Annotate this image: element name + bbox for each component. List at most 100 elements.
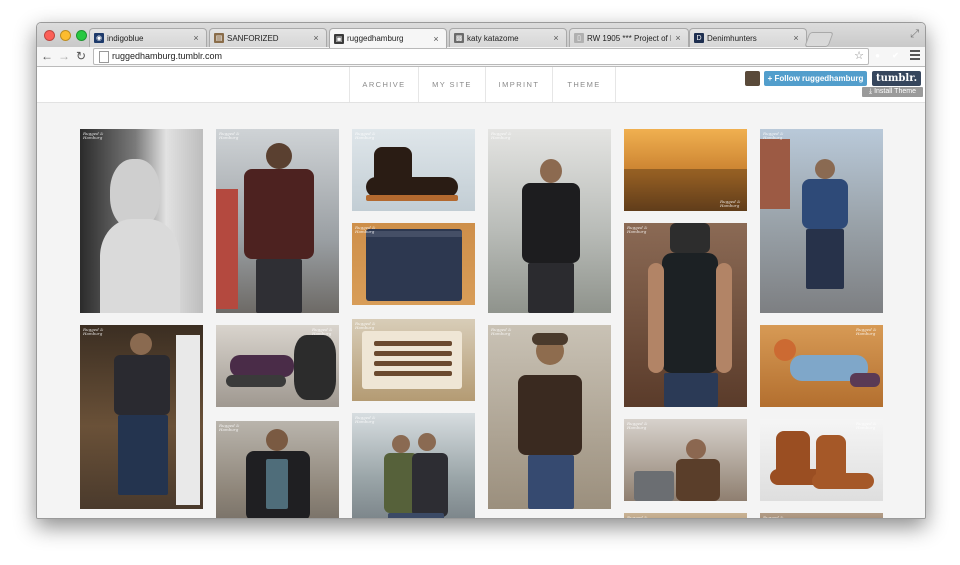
tab-title: SANFORIZED bbox=[227, 33, 279, 43]
site-navigation: ARCHIVE MY SITE IMPRINT THEME + Follow r… bbox=[37, 67, 925, 103]
photo-subject-shape bbox=[130, 333, 152, 355]
photo-subject-shape bbox=[716, 263, 732, 373]
photo-denim-jacket-man[interactable]: Rugged & Hamburg bbox=[80, 325, 203, 509]
tab-indigoblue[interactable]: ◉ indigoblue × bbox=[89, 28, 207, 47]
tab-sanforized[interactable]: ▤ SANFORIZED × bbox=[209, 28, 327, 47]
page-icon bbox=[99, 51, 109, 63]
photo-man-sewing[interactable]: Rugged & Hamburg bbox=[624, 419, 747, 501]
photo-raw-denim-jeans[interactable]: Rugged & Hamburg bbox=[352, 223, 475, 305]
close-window-button[interactable] bbox=[44, 30, 55, 41]
photo-man-denim-shirt[interactable]: Rugged & Hamburg bbox=[760, 129, 883, 313]
watermark-logo: Rugged & Hamburg bbox=[312, 327, 333, 336]
photo-subject-shape bbox=[392, 435, 410, 453]
watermark-logo: Rugged & Hamburg bbox=[763, 515, 784, 519]
watermark-logo: Rugged & Hamburg bbox=[627, 225, 648, 234]
photo-subject-shape bbox=[366, 177, 458, 197]
photo-couple-street[interactable]: Rugged & Hamburg bbox=[352, 413, 475, 518]
favicon-icon: D bbox=[694, 33, 704, 43]
maximize-window-button[interactable] bbox=[76, 30, 87, 41]
photo-subject-shape bbox=[664, 373, 718, 407]
photo-subject-shape bbox=[388, 513, 444, 518]
photo-subject-shape bbox=[266, 429, 288, 451]
photo-subject-shape bbox=[806, 229, 844, 289]
follow-button[interactable]: + Follow ruggedhamburg bbox=[764, 71, 867, 86]
close-tab-icon[interactable]: × bbox=[312, 33, 320, 43]
favicon-icon: ▩ bbox=[454, 33, 464, 43]
favicon-icon: ▣ bbox=[334, 33, 344, 44]
tab-denimhunters[interactable]: D Denimhunters × bbox=[689, 28, 807, 47]
fullscreen-icon[interactable]: ⤢ bbox=[910, 28, 919, 41]
install-theme-button[interactable]: ⤓ Install Theme bbox=[862, 87, 923, 97]
watermark-logo: Rugged & Hamburg bbox=[491, 131, 512, 140]
photo-subject-shape bbox=[226, 375, 286, 387]
blog-avatar[interactable] bbox=[745, 71, 760, 86]
tab-katy-katazome[interactable]: ▩ katy katazome × bbox=[449, 28, 567, 47]
photo-man-black-shirt[interactable]: Rugged & Hamburg bbox=[488, 129, 611, 313]
photo-brown-boots[interactable]: Rugged & Hamburg bbox=[760, 419, 883, 501]
watermark-logo: Rugged & Hamburg bbox=[355, 131, 376, 140]
favicon-icon: ▯ bbox=[574, 33, 584, 43]
tab-ruggedhamburg[interactable]: ▣ ruggedhamburg × bbox=[329, 28, 447, 48]
back-button[interactable]: ← bbox=[40, 48, 54, 64]
close-tab-icon[interactable]: × bbox=[552, 33, 560, 43]
watermark-logo: Rugged & Hamburg bbox=[491, 327, 512, 336]
photo-knife-set-box[interactable]: Rugged & Hamburg bbox=[352, 319, 475, 401]
photo-subject-shape bbox=[362, 331, 462, 389]
watermark-logo: Rugged & Hamburg bbox=[219, 131, 240, 140]
photo-man-black-jacket[interactable]: Rugged & Hamburg bbox=[216, 421, 339, 518]
tumblr-logo[interactable]: tumblr. bbox=[872, 71, 921, 86]
nav-my-site[interactable]: MY SITE bbox=[418, 67, 485, 102]
photo-subject-shape bbox=[850, 373, 880, 387]
tab-rw-1905-project-of-ba[interactable]: ▯ RW 1905 *** Project of Ba × bbox=[569, 28, 689, 47]
photo-subject-shape bbox=[118, 415, 168, 495]
close-tab-icon[interactable]: × bbox=[674, 33, 682, 43]
close-tab-icon[interactable]: × bbox=[192, 33, 200, 43]
address-bar[interactable]: ruggedhamburg.tumblr.com ☆ bbox=[93, 48, 869, 65]
reload-button[interactable]: ↻ bbox=[74, 48, 88, 64]
browser-toolbar: ← → ↻ ruggedhamburg.tumblr.com ☆ ● ✔ bbox=[37, 47, 925, 67]
shield-check-icon[interactable]: ✔ bbox=[889, 49, 902, 62]
photo-subject-shape bbox=[114, 355, 170, 415]
photo-leather-jacket-man[interactable]: Rugged & Hamburg bbox=[216, 129, 339, 313]
photo-subject-shape bbox=[540, 159, 562, 183]
photo-subject-shape bbox=[366, 231, 462, 237]
photo-subject-shape bbox=[648, 263, 664, 373]
nav-theme[interactable]: THEME bbox=[552, 67, 616, 102]
close-tab-icon[interactable]: × bbox=[792, 33, 800, 43]
photo-subject-shape bbox=[230, 355, 294, 377]
bookmark-star-icon[interactable]: ☆ bbox=[854, 49, 864, 64]
photo-subject-shape bbox=[518, 375, 582, 455]
photo-subject-shape bbox=[374, 371, 452, 376]
menu-icon[interactable] bbox=[910, 50, 920, 62]
photo-partial-2[interactable]: Rugged & Hamburg bbox=[624, 513, 747, 518]
photo-partial-3[interactable]: Rugged & Hamburg bbox=[760, 513, 883, 518]
photo-subject-shape bbox=[412, 453, 448, 517]
browser-window: ◉ indigoblue × ▤ SANFORIZED × ▣ ruggedhamburg × ▩… bbox=[36, 22, 926, 519]
photo-tattooed-man[interactable]: Rugged & Hamburg bbox=[624, 223, 747, 407]
watermark-logo: Rugged & Hamburg bbox=[627, 421, 648, 430]
close-tab-icon[interactable]: × bbox=[432, 34, 440, 44]
nav-imprint[interactable]: IMPRINT bbox=[485, 67, 552, 102]
watermark-logo: Rugged & Hamburg bbox=[627, 515, 648, 519]
photo-subject-shape bbox=[812, 473, 874, 489]
photo-subject-shape bbox=[634, 471, 674, 501]
photo-subject-shape bbox=[815, 159, 835, 179]
record-icon[interactable]: ● bbox=[871, 49, 884, 62]
photo-leather-boot[interactable]: Rugged & Hamburg bbox=[352, 129, 475, 211]
photo-subject-shape bbox=[374, 341, 452, 346]
photo-subject-shape bbox=[686, 439, 706, 459]
nav-archive[interactable]: ARCHIVE bbox=[349, 67, 418, 102]
minimize-window-button[interactable] bbox=[60, 30, 71, 41]
photo-subject-shape bbox=[522, 183, 580, 263]
new-tab-button[interactable] bbox=[804, 32, 834, 47]
forward-button[interactable]: → bbox=[57, 48, 71, 64]
photo-man-cap-vest[interactable]: Rugged & Hamburg bbox=[488, 325, 611, 509]
photo-wheat-field[interactable]: Rugged & Hamburg bbox=[624, 129, 747, 211]
photo-subject-shape bbox=[802, 179, 848, 229]
photo-woman-motorcycle[interactable]: Rugged & Hamburg bbox=[216, 325, 339, 407]
photo-portrait-woman[interactable]: Rugged & Hamburg bbox=[80, 129, 203, 313]
photo-woman-floor[interactable]: Rugged & Hamburg bbox=[760, 325, 883, 407]
photo-subject-shape bbox=[216, 189, 238, 309]
watermark-logo: Rugged & Hamburg bbox=[355, 415, 376, 424]
tab-strip: ◉ indigoblue × ▤ SANFORIZED × ▣ ruggedhamburg × ▩… bbox=[37, 23, 925, 48]
